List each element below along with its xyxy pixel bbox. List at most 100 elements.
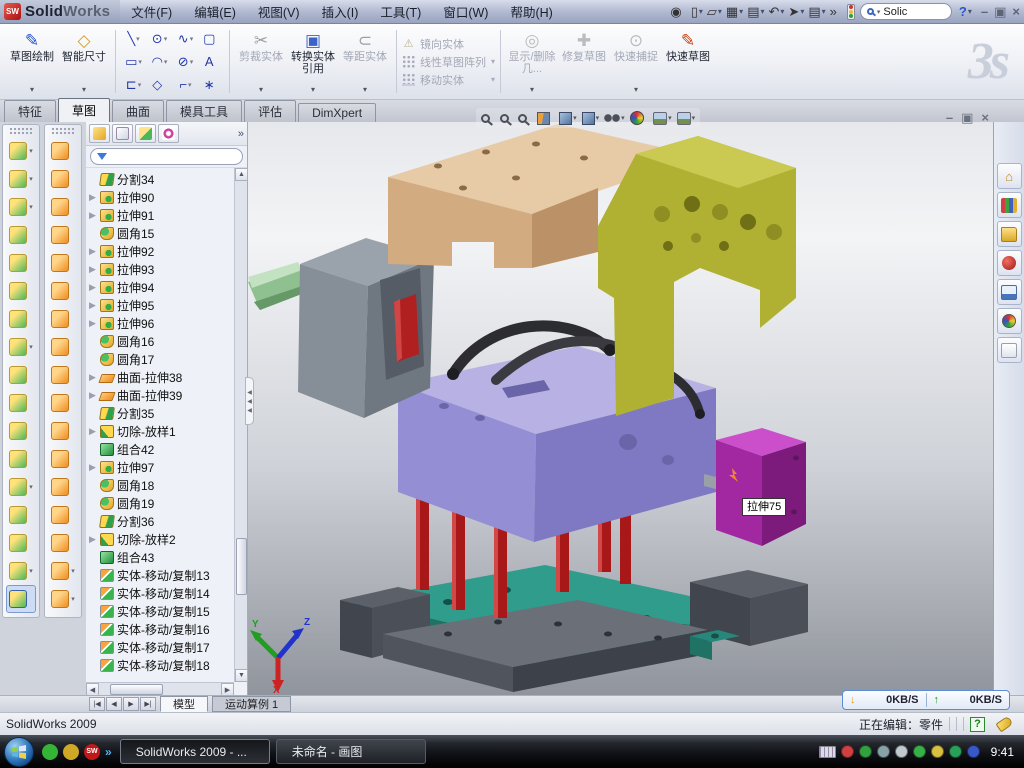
dropdown-caret-icon[interactable]: ▾ [760,7,764,16]
dropdown-caret-icon[interactable]: ▾ [29,175,33,183]
scrollbar-thumb[interactable] [236,538,247,595]
sketch-tool-button[interactable]: A▾ [199,51,224,73]
dropdown-caret-icon[interactable]: ▾ [30,86,34,95]
dropdown-caret-icon[interactable]: ▾ [491,57,495,66]
tray-icon[interactable] [967,745,980,758]
toolbar-grip[interactable] [9,127,33,135]
command-tab[interactable]: 评估 [244,100,296,122]
dropdown-caret-icon[interactable]: ▾ [800,7,804,16]
tree-item[interactable]: ▶ 拉伸93 [89,260,234,278]
dropdown-caret-icon[interactable]: ▾ [692,114,696,122]
surface-tool-button[interactable]: ▾ [45,473,81,501]
dropdown-caret-icon[interactable]: ▾ [822,7,826,16]
dropdown-caret-icon[interactable]: ▾ [530,86,534,95]
dropdown-caret-icon[interactable]: ▾ [190,58,194,66]
expand-arrow-icon[interactable]: ▶ [89,426,97,437]
tree-item[interactable]: ▶ 拉伸95 [89,296,234,314]
tab-nav-button[interactable]: ◀ [106,697,122,711]
quick-access-button[interactable]: ▦▾ [724,2,745,22]
tag-icon[interactable] [995,716,1013,733]
tree-item[interactable]: ▶ 实体-移动/复制16 [89,620,234,638]
view-tool-button[interactable]: ▾ [558,111,578,126]
menu-item[interactable]: 帮助(H) [499,2,563,21]
tab-nav-button[interactable]: ▶ [123,697,139,711]
tab-nav-button[interactable]: |◀ [89,697,105,711]
quick-access-button[interactable]: ▤▾ [806,2,827,22]
view-tool-button[interactable]: ▾ [652,111,673,126]
dropdown-caret-icon[interactable]: ▾ [259,86,263,95]
surface-tool-button[interactable]: ▾ [45,277,81,305]
tree-item[interactable]: ▶ 圆角17 [89,350,234,368]
ribbon-row-button[interactable]: 镜向实体 ▾ [402,36,495,51]
dropdown-caret-icon[interactable]: ▾ [29,567,33,575]
feature-tool-button[interactable]: ▾ [3,389,39,417]
tree-item[interactable]: ▶ 拉伸96 [89,314,234,332]
expand-arrow-icon[interactable]: ▶ [89,300,97,311]
feature-tool-button[interactable]: ▾ [3,361,39,389]
document-tab[interactable]: 模型 [160,696,208,712]
taskbar-task-button[interactable]: 未命名 - 画图 [276,739,426,764]
surface-tool-button[interactable]: ▾ [45,445,81,473]
surface-tool-button[interactable]: ▾ [45,249,81,277]
expand-arrow-icon[interactable]: ▶ [89,192,97,203]
tree-item[interactable]: ▶ 实体-移动/复制14 [89,584,234,602]
quick-access-button[interactable]: ↶▾ [767,2,787,22]
input-method-icon[interactable] [819,746,836,758]
search-caret-icon[interactable]: ▾ [877,8,881,16]
feature-tool-button[interactable]: ▾ [3,305,39,333]
tree-item[interactable]: ▶ 分割35 [89,404,234,422]
feature-tool-button[interactable]: ▾ [6,585,36,613]
expand-arrow-icon[interactable]: ▶ [89,210,97,221]
dropdown-caret-icon[interactable]: ▾ [71,595,75,603]
sketch-tool-button[interactable]: ▢▾ [199,28,224,50]
3d-model-canvas[interactable]: Y Z X [248,122,993,695]
tree-item[interactable]: ▶ 圆角19 [89,494,234,512]
tree-item[interactable]: ▶ 拉伸91 [89,206,234,224]
yoke-bracket[interactable] [598,136,796,416]
tray-icon[interactable] [913,745,926,758]
menu-item[interactable]: 视图(V) [247,2,311,21]
expand-arrow-icon[interactable]: ▶ [89,318,97,329]
graphics-viewport[interactable]: Y Z X ▾ ▾ ▾ [248,122,993,695]
feature-tool-button[interactable]: ▾ [3,165,39,193]
surface-tool-button[interactable]: ▾ [45,501,81,529]
panel-expand-icon[interactable]: » [238,128,244,140]
sketch-tool-button[interactable]: ⌐▾ [173,74,198,96]
small-teal-block[interactable] [690,630,740,660]
view-tool-button[interactable]: ▾ [499,113,515,124]
dropdown-caret-icon[interactable]: ▾ [780,7,784,16]
surface-tool-button[interactable]: ▾ [45,137,81,165]
taskbar-clock[interactable]: 9:41 [991,745,1014,759]
task-pane-button[interactable] [997,250,1022,276]
search-box[interactable]: ▾ Solic [860,3,952,20]
command-tab[interactable]: 曲面 [112,100,164,122]
dropdown-caret-icon[interactable]: ▾ [363,86,367,95]
tray-icon[interactable] [949,745,962,758]
dropdown-caret-icon[interactable]: ▾ [82,86,86,95]
dropdown-caret-icon[interactable]: ▾ [138,58,142,66]
surface-tool-button[interactable]: ▾ [45,557,81,585]
expand-arrow-icon[interactable]: ▶ [89,462,97,473]
quick-access-button[interactable]: ▯▾ [689,2,705,22]
expand-arrow-icon[interactable]: ▶ [89,534,97,545]
view-tool-button[interactable]: ▾ [676,111,697,126]
dropdown-caret-icon[interactable]: ▾ [190,35,194,43]
scroll-up-icon[interactable]: ▲ [235,168,248,181]
quick-launch-icon[interactable] [63,744,79,760]
feature-tool-button[interactable]: ▾ [3,445,39,473]
dropdown-caret-icon[interactable]: ▾ [138,81,142,89]
quick-access-button[interactable]: ▱▾ [705,2,724,22]
sketch-tool-button[interactable]: ⊘▾ [173,51,198,73]
menu-item[interactable]: 编辑(E) [183,2,247,21]
dropdown-caret-icon[interactable]: ▾ [621,114,625,122]
dropdown-caret-icon[interactable]: ▾ [29,483,33,491]
tree-item[interactable]: ▶ 圆角15 [89,224,234,242]
quick-access-button[interactable]: ◉▾ [668,2,688,22]
dropdown-caret-icon[interactable]: ▾ [71,567,75,575]
sketch-tool-button[interactable]: ◠▾ [147,51,172,73]
quick-launch-icon[interactable]: SW [84,744,100,760]
quick-launch-expand-icon[interactable]: » [105,745,112,759]
command-tab[interactable]: 草图 [58,98,110,122]
ribbon-row-button[interactable]: 移动实体 ▾ [402,72,495,87]
dropdown-caret-icon[interactable]: ▾ [164,58,168,66]
